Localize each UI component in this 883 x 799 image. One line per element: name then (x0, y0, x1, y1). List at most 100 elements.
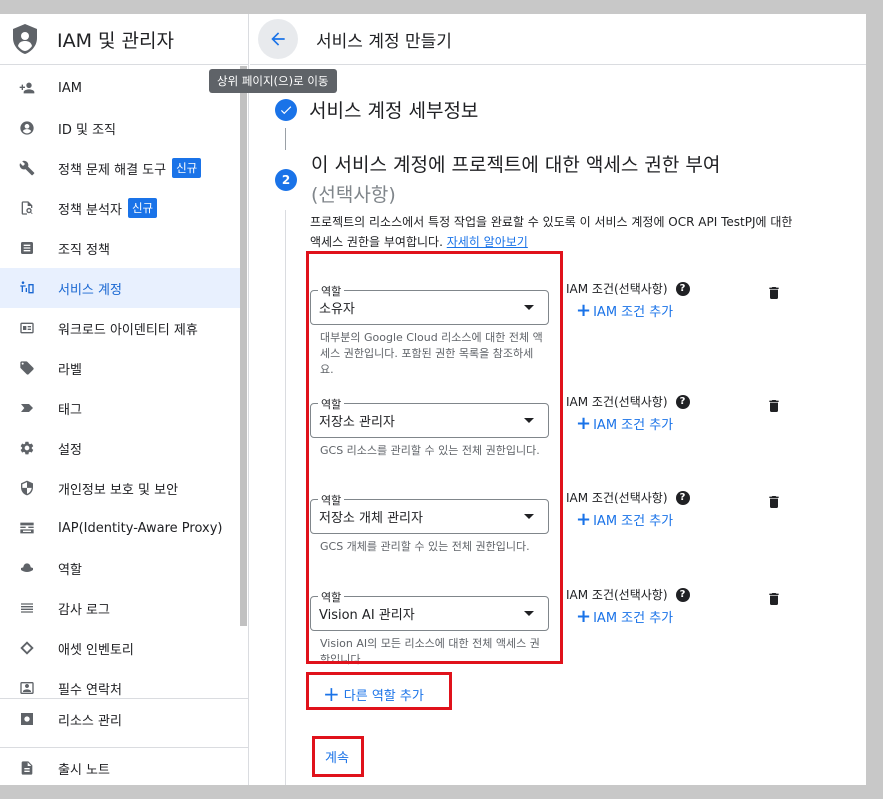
help-icon[interactable]: ? (675, 394, 690, 409)
service-account-icon (18, 279, 36, 297)
trash-icon (769, 593, 779, 605)
trash-icon (769, 287, 779, 299)
sidebar-footer-resource: 리소스 관리 (0, 698, 248, 739)
sidebar-item-label: 감사 로그 (58, 602, 110, 618)
sidebar-scrollbar[interactable] (240, 66, 247, 626)
delete-role-button[interactable] (766, 590, 782, 608)
delete-role-button[interactable] (766, 284, 782, 302)
app-window: IAM 및 관리자 IAM ID 및 조직 정책 문제 해결 도구 신규 정책 … (0, 14, 866, 785)
sidebar-item-label: 역할 (58, 562, 82, 578)
sidebar-item-label: 조직 정책 (58, 242, 110, 258)
step-2-optional: (선택사항) (311, 184, 396, 206)
sidebar-item-label: 태그 (58, 402, 82, 418)
sidebar-item-label: ID 및 조직 (58, 122, 116, 138)
sidebar: IAM 및 관리자 IAM ID 및 조직 정책 문제 해결 도구 신규 정책 … (0, 14, 249, 785)
sidebar-item-label: 서비스 계정 (58, 282, 122, 298)
sidebar-item-label: 정책 문제 해결 도구 (58, 162, 167, 178)
sidebar-title: IAM 및 관리자 (57, 29, 174, 52)
new-badge: 신규 (127, 198, 158, 218)
iap-icon (18, 519, 36, 537)
sidebar-item-privacy-security[interactable]: 개인정보 보호 및 보안 (0, 468, 240, 508)
highlight-continue-box (312, 736, 364, 777)
resource-gear-icon (18, 710, 36, 728)
sidebar-item-org-policies[interactable]: 조직 정책 (0, 228, 240, 268)
sidebar-footer-release: 출시 노트 (0, 747, 248, 785)
arrow-back-icon (271, 32, 285, 46)
page-title: 서비스 계정 만들기 (316, 31, 452, 52)
sidebar-item-identity-org[interactable]: ID 및 조직 (0, 108, 240, 148)
learn-more-link[interactable]: 자세히 알아보기 (447, 235, 528, 249)
help-icon[interactable]: ? (675, 587, 690, 602)
add-iam-condition-button[interactable]: + IAM 조건 추가 (576, 300, 673, 321)
add-condition-label: IAM 조건 추가 (593, 611, 674, 626)
plus-icon: + (576, 606, 592, 627)
step-2-title: 이 서비스 계정에 프로젝트에 대한 액세스 권한 부여 (선택사항) (311, 150, 811, 210)
sidebar-item-policy-analyzer[interactable]: 정책 분석자 신규 (0, 188, 240, 228)
sidebar-nav: IAM ID 및 조직 정책 문제 해결 도구 신규 정책 분석자 신규 조직 … (0, 74, 240, 708)
sidebar-item-asset-inventory[interactable]: 애셋 인벤토리 (0, 628, 240, 668)
shield-icon (18, 479, 36, 497)
step-1-header[interactable]: 서비스 계정 세부정보 (275, 96, 478, 123)
highlight-add-role-box (306, 672, 452, 710)
sidebar-item-tags[interactable]: 태그 (0, 388, 240, 428)
iam-condition-text: IAM 조건(선택사항) (566, 588, 668, 602)
add-iam-condition-button[interactable]: + IAM 조건 추가 (576, 606, 674, 627)
sidebar-item-label: 필수 연락처 (58, 682, 122, 698)
trash-icon (769, 496, 779, 508)
sidebar-item-label: IAP(Identity-Aware Proxy) (58, 520, 223, 536)
check-circle-icon (275, 98, 297, 121)
sidebar-item-iap[interactable]: IAP(Identity-Aware Proxy) (0, 508, 240, 548)
iam-condition-label: IAM 조건(선택사항)? (566, 489, 690, 506)
sidebar-item-iam[interactable]: IAM (0, 68, 240, 108)
sidebar-item-label: 애셋 인벤토리 (58, 642, 134, 658)
new-badge: 신규 (172, 158, 202, 178)
plus-icon: + (576, 300, 592, 321)
iam-condition-label: IAM 조건(선택사항)? (566, 586, 690, 603)
iam-shield-logo-icon (13, 24, 37, 54)
iam-condition-text: IAM 조건(선택사항) (566, 395, 668, 409)
sidebar-item-labels[interactable]: 라벨 (0, 348, 240, 388)
sidebar-item-label: IAM (58, 80, 82, 96)
back-button[interactable] (258, 19, 298, 59)
diamond-icon (18, 639, 36, 657)
description-text: 프로젝트의 리소스에서 특정 작업을 완료할 수 있도록 이 서비스 계정에 O… (310, 215, 793, 249)
sidebar-item-settings[interactable]: 설정 (0, 428, 240, 468)
iam-condition-text: IAM 조건(선택사항) (566, 282, 668, 296)
add-iam-condition-button[interactable]: + IAM 조건 추가 (576, 510, 674, 530)
delete-role-button[interactable] (766, 493, 782, 511)
step-2-title-text: 이 서비스 계정에 프로젝트에 대한 액세스 권한 부여 (311, 154, 721, 176)
id-card-icon (18, 319, 36, 337)
sidebar-item-label: 워크로드 아이덴티티 제휴 (58, 322, 198, 338)
step-2-line (285, 210, 286, 785)
wrench-icon (18, 159, 36, 177)
list-icon (18, 599, 36, 617)
main-content: 서비스 계정 만들기 서비스 계정 세부정보 2 이 서비스 계정에 프로젝트에… (250, 14, 866, 785)
sidebar-item-service-accounts[interactable]: 서비스 계정 (0, 268, 240, 308)
add-condition-label: IAM 조건 추가 (593, 418, 674, 433)
delete-role-button[interactable] (766, 397, 782, 415)
account-circle-icon (18, 119, 36, 137)
sidebar-item-label: 출시 노트 (58, 762, 110, 778)
sidebar-item-label: 리소스 관리 (58, 713, 122, 729)
sidebar-item-resource-management[interactable]: 리소스 관리 (0, 699, 248, 739)
gear-icon (18, 439, 36, 457)
add-condition-label: IAM 조건 추가 (593, 514, 674, 529)
sidebar-item-release-notes[interactable]: 출시 노트 (0, 748, 248, 785)
sidebar-item-audit-logs[interactable]: 감사 로그 (0, 588, 240, 628)
help-icon[interactable]: ? (675, 490, 690, 505)
sidebar-item-label: 정책 분석자 (58, 202, 122, 218)
release-notes-icon (18, 759, 36, 777)
policy-analyzer-icon (18, 199, 36, 217)
hat-icon (18, 559, 36, 577)
trash-icon (769, 400, 779, 412)
sidebar-item-roles[interactable]: 역할 (0, 548, 240, 588)
sidebar-item-workload-identity[interactable]: 워크로드 아이덴티티 제휴 (0, 308, 240, 348)
help-icon[interactable]: ? (675, 281, 690, 296)
add-person-icon (18, 79, 36, 97)
highlight-roles-box (306, 251, 563, 664)
add-iam-condition-button[interactable]: + IAM 조건 추가 (576, 414, 674, 434)
back-tooltip: 상위 페이지(으)로 이동 (209, 69, 337, 93)
top-bar: 서비스 계정 만들기 (250, 14, 866, 65)
sidebar-item-policy-troubleshooter[interactable]: 정책 문제 해결 도구 신규 (0, 148, 240, 188)
sidebar-item-label: 설정 (58, 442, 82, 458)
